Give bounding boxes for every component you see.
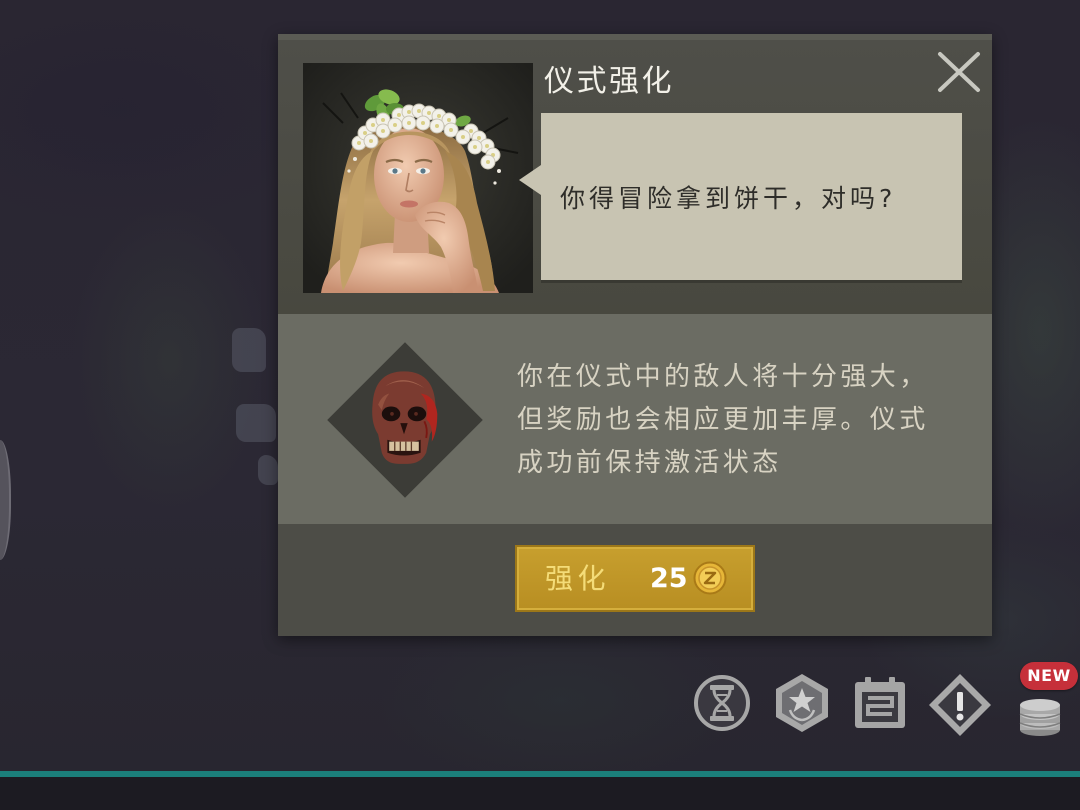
- hexagon-star-badge-icon: [776, 674, 828, 732]
- bottom-strip: [0, 777, 1080, 810]
- modifier-icon-frame: [327, 342, 483, 498]
- enhance-button-label: 强化: [545, 562, 611, 595]
- zombie-head-icon: [372, 371, 438, 464]
- calendar-icon: [855, 677, 905, 728]
- hud-button-alert[interactable]: [927, 672, 993, 738]
- coin-icon: [693, 561, 727, 595]
- close-icon: [938, 52, 980, 92]
- modifier-description: 你在仪式中的敌人将十分强大， 但奖励也会相应更加丰厚。仪式 成功前保持激活状态: [517, 356, 929, 485]
- enhance-cost: 25: [650, 563, 688, 594]
- description-line: 成功前保持激活状态: [517, 448, 782, 478]
- hud-button-coins[interactable]: [1014, 686, 1066, 738]
- rock: [236, 404, 276, 442]
- speech-bubble-tail: [519, 165, 541, 195]
- hud-button-calendar[interactable]: [853, 676, 907, 730]
- rock: [232, 328, 266, 372]
- hud-button-dna[interactable]: [692, 673, 752, 733]
- speech-bubble: 你得冒险拿到饼干，对吗?: [519, 113, 962, 280]
- description-line: 你在仪式中的敌人将十分强大，: [517, 362, 929, 392]
- close-button[interactable]: [936, 50, 982, 94]
- rock: [258, 455, 278, 485]
- enhance-button[interactable]: 强化 25: [515, 545, 755, 612]
- new-badge: NEW: [1020, 662, 1078, 690]
- speech-text: 你得冒险拿到饼干，对吗?: [560, 183, 897, 213]
- npc-portrait: [303, 63, 533, 293]
- dna-icon: [694, 675, 750, 731]
- description-line: 但奖励也会相应更加丰厚。仪式: [517, 405, 929, 435]
- hud-button-badge[interactable]: [771, 672, 833, 734]
- ritual-dialog: 仪式强化 你得冒险拿到饼干，对吗? 你在仪式中的敌人将十分强大， 但奖励也会相应…: [278, 34, 992, 636]
- dialog-title: 仪式强化: [544, 64, 674, 99]
- diamond-alert-icon: [929, 674, 991, 736]
- coin-stack-icon: [1019, 699, 1061, 736]
